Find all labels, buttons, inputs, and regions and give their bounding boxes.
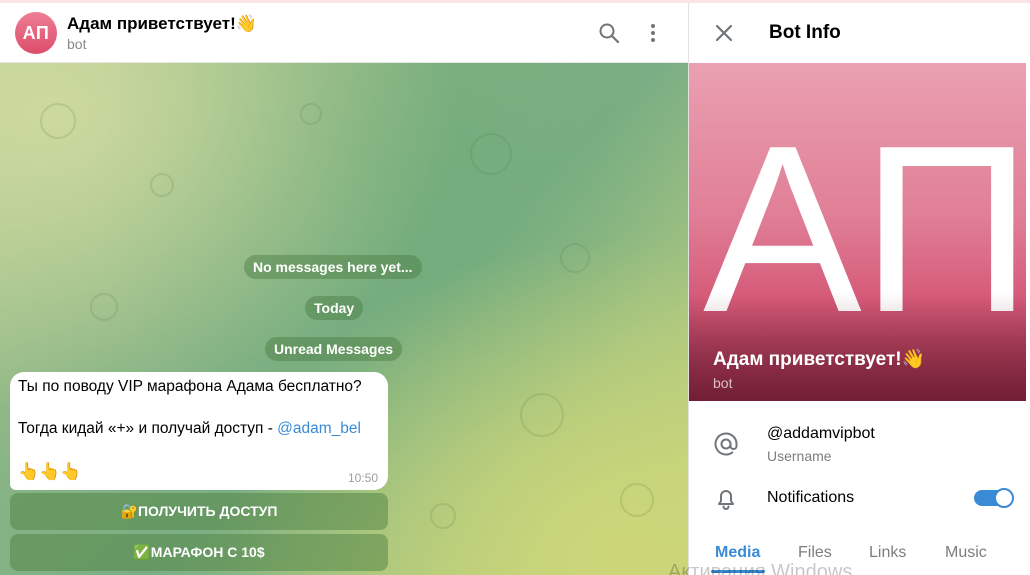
profile-photo[interactable]: АП Адам приветствует!👋 bot <box>689 63 1026 401</box>
message-time: 10:50 <box>347 471 378 485</box>
doodle <box>90 293 118 321</box>
marathon-button[interactable]: ✅МАРАФОН С 10$ <box>10 534 388 571</box>
mention-link[interactable]: @adam_bel <box>277 420 361 437</box>
username-caption: Username <box>767 448 832 464</box>
doodle <box>430 503 456 529</box>
toggle-knob <box>994 488 1014 508</box>
message-text: Тогда кидай «+» и получай доступ - <box>18 420 278 437</box>
username-value[interactable]: @addamvipbot <box>767 425 875 443</box>
doodle <box>300 103 322 125</box>
notifications-toggle[interactable] <box>974 488 1014 508</box>
message-line: Ты по поводу VIP марафона Адама бесплатн… <box>18 378 362 395</box>
bot-info-panel: Bot Info АП Адам приветствует!👋 bot @add… <box>688 3 1030 575</box>
chat-subtitle: bot <box>67 36 87 52</box>
panel-title: Bot Info <box>769 22 841 43</box>
tab-music[interactable]: Music <box>945 544 987 562</box>
chat-panel: АП Адам приветствует!👋 bot No messages h… <box>0 3 688 575</box>
doodle <box>560 243 590 273</box>
date-separator: Today <box>305 296 364 320</box>
close-icon[interactable] <box>714 23 734 43</box>
more-vertical-icon[interactable] <box>641 21 665 45</box>
message-emoji-line: 👆👆👆 <box>18 462 82 481</box>
search-icon[interactable] <box>597 21 621 45</box>
doodle <box>620 483 654 517</box>
profile-subtitle: bot <box>713 375 733 391</box>
windows-activation-watermark: Активация Windows <box>668 561 853 575</box>
doodle <box>520 393 564 437</box>
info-header: Bot Info <box>689 3 1030 63</box>
chat-background: No messages here yet... Today Unread Mes… <box>0 63 688 575</box>
avatar[interactable]: АП <box>15 12 57 54</box>
telegram-window: АП Адам приветствует!👋 bot No messages h… <box>0 0 1030 575</box>
get-access-button[interactable]: 🔐ПОЛУЧИТЬ ДОСТУП <box>10 493 388 530</box>
no-messages-label: No messages here yet... <box>244 255 422 279</box>
doodle <box>40 103 76 139</box>
message-line: Тогда кидай «+» и получай доступ - @adam… <box>18 420 361 438</box>
tab-media[interactable]: Media <box>715 544 760 562</box>
notifications-label: Notifications <box>767 489 855 506</box>
doodle <box>470 133 512 175</box>
bell-icon <box>718 490 734 510</box>
at-sign-icon <box>714 432 738 456</box>
chat-header[interactable]: АП Адам приветствует!👋 bot <box>0 3 688 63</box>
profile-name: Адам приветствует!👋 <box>713 349 926 370</box>
unread-separator: Unread Messages <box>265 337 403 361</box>
tab-files[interactable]: Files <box>798 544 832 562</box>
doodle <box>150 173 174 197</box>
tab-links[interactable]: Links <box>869 544 906 562</box>
chat-title[interactable]: Адам приветствует!👋 <box>67 14 257 34</box>
message-bubble[interactable]: Ты по поводу VIP марафона Адама бесплатн… <box>10 372 388 490</box>
